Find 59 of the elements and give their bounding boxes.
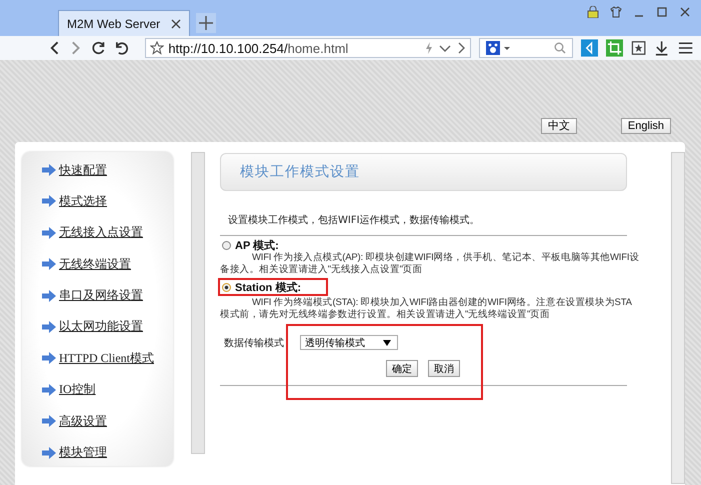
url-text: http://10.10.100.254/home.html [168,40,348,56]
close-icon[interactable] [171,18,181,28]
search-icon[interactable] [554,42,566,54]
sidebar-toggle-icon[interactable] [580,39,598,57]
star-icon[interactable] [150,41,164,55]
page-title: 模块工作模式设置 [240,163,360,181]
field-label: 数据传输模式 [224,336,284,350]
browser-tab[interactable]: M2M Web Server [58,10,190,36]
lightning-icon[interactable] [424,41,434,55]
arrow-icon [42,446,56,459]
sidebar-link[interactable]: 无线终端设置 [59,256,131,273]
sidebar-link[interactable]: IO控制 [59,381,96,398]
description-text: 设置模块工作模式，包括WIFI运作模式，数据传输模式。 [228,214,481,227]
crop-icon[interactable] [606,39,624,57]
scrollbar[interactable] [671,152,685,484]
new-tab-icon[interactable] [196,13,216,33]
mode-label: AP 模式: [235,238,279,252]
forward-icon[interactable] [456,41,466,55]
arrow-icon [42,415,56,428]
shirt-icon[interactable] [610,6,622,18]
mode-description: WIFI 作为接入点模式(AP): 即模块创建WIFI网络，供手机、笔记本、平板电脑等其他WIFI设 备接入。相关设置请进入"无线接入点设置"页面 [220,252,640,276]
sidebar-link[interactable]: HTTPD Client模式 [59,350,154,367]
download-icon[interactable] [654,40,670,56]
undo-icon[interactable] [114,40,130,56]
form-button[interactable]: 确定 [386,360,418,377]
arrow-icon [42,384,56,396]
sidebar-link[interactable]: 模式选择 [59,192,107,210]
radio-button[interactable] [222,282,231,292]
sidebar-link[interactable]: 模块管理 [59,444,107,462]
lock-icon[interactable] [587,6,599,18]
language-button[interactable]: English [620,118,671,134]
arrow-icon [42,352,56,364]
scrollbar[interactable] [191,152,205,454]
paw-icon[interactable] [486,41,512,55]
transfer-mode-dropdown[interactable]: 透明传输模式 [300,335,398,350]
form-button[interactable]: 取消 [428,360,460,377]
mode-label: Station 模式: [235,280,301,294]
arrow-icon [42,226,56,239]
sidebar-link[interactable]: 串口及网络设置 [59,287,143,304]
arrow-icon [42,258,56,270]
address-bar[interactable]: http://10.10.100.254/home.html [145,38,471,58]
refresh-icon[interactable] [90,40,106,56]
sidebar-link[interactable]: 快速配置 [59,162,107,178]
language-button[interactable]: 中文 [540,118,577,134]
radio-button[interactable] [222,240,231,250]
menu-icon[interactable] [678,40,693,56]
close-icon[interactable] [679,6,691,18]
arrow-icon [42,320,56,333]
sidebar-link[interactable]: 高级设置 [59,412,107,430]
search-field[interactable] [478,38,573,58]
caret-icon [383,340,391,346]
tab-title: M2M Web Server [67,16,160,30]
arrow-icon [42,290,56,302]
mode-description: WIFI 作为终端模式(STA): 即模块加入WIFI路由器创建的WIFI网络。注意在设置模块为STA 模式前，请先对无线终端参数进行设置。相关设置请进入"无线终端设置"页面 [220,297,632,321]
sidebar-link[interactable]: 以太网功能设置 [59,318,143,336]
arrow-icon [42,164,56,176]
arrow-icon [42,195,56,208]
maximize-icon[interactable] [656,6,668,18]
sidebar-link[interactable]: 无线接入点设置 [59,224,143,242]
